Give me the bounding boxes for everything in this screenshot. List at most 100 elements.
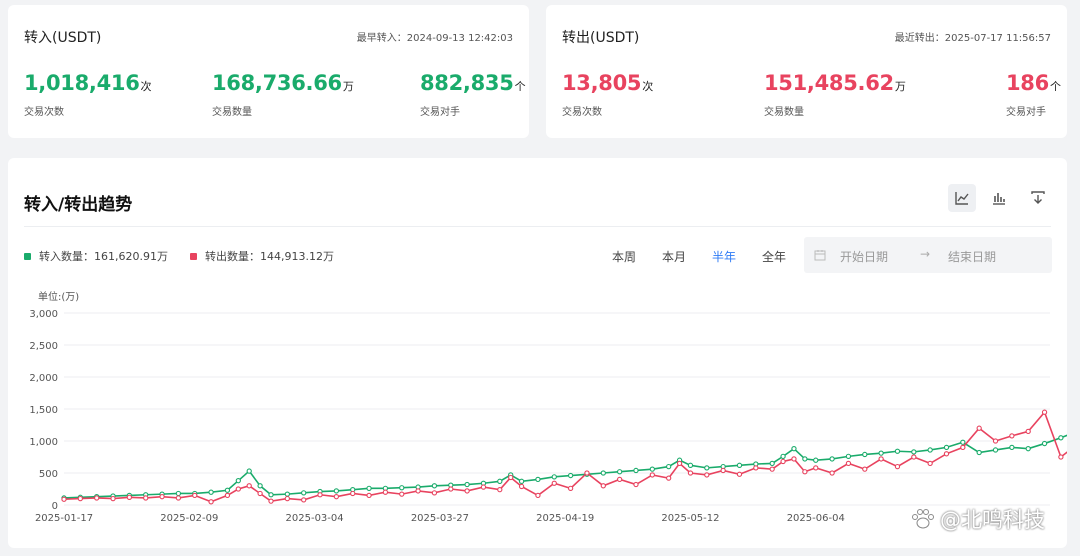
transfer-out-data-point xyxy=(862,466,868,472)
out-tx-amount-unit: 万 xyxy=(894,80,906,93)
transfer-out-data-point xyxy=(208,499,214,505)
transfer-out-series-line xyxy=(63,410,1067,503)
out-tx-amount-value: 151,485.62 xyxy=(764,71,894,95)
transfer-in-data-point xyxy=(175,490,182,497)
transfer-in-data-point xyxy=(943,444,950,451)
transfer-in-data-point xyxy=(666,463,672,470)
divider xyxy=(24,226,1051,227)
transfer-in-data-point xyxy=(894,448,901,454)
transfer-in-data-point xyxy=(268,492,274,498)
transfer-out-card: 转出(USDT) 最近转出：2025-07-17 11:56:57 13,805… xyxy=(546,5,1067,138)
transfer-out-data-point xyxy=(802,469,808,475)
transfer-in-data-point xyxy=(399,485,405,491)
legend-transfer-in[interactable]: 转入数量：161,620.91万 xyxy=(24,248,168,264)
transfer-in-data-point xyxy=(911,449,917,455)
transfer-out-title: 转出(USDT) xyxy=(562,30,640,46)
transfer-in-data-point xyxy=(829,456,835,462)
transfer-in-data-point xyxy=(649,466,655,472)
chart-legend: 转入数量：161,620.91万 转出数量：144,913.12万 xyxy=(24,248,334,264)
transfer-out-data-point xyxy=(633,481,639,488)
transfer-in-data-point xyxy=(736,462,743,468)
transfer-in-data-point xyxy=(845,453,852,460)
earliest-value: 2024-09-13 12:42:03 xyxy=(406,33,513,44)
transfer-out-data-point xyxy=(415,488,421,494)
earliest-label: 最早转入： xyxy=(356,33,407,44)
latest-value: 2025-07-17 11:56:57 xyxy=(944,33,1051,44)
transfer-in-data-point xyxy=(927,447,933,453)
transfer-out-data-point xyxy=(704,472,710,478)
date-arrow: → xyxy=(920,247,931,261)
trend-line-chart: 0 500 1,000 1,500 2,000 2,500 3,000 2025-01-17 2… xyxy=(29,309,1067,524)
out-counterparty-label: 交易对手 xyxy=(1006,107,1046,118)
transfer-out-data-point xyxy=(813,465,819,471)
transfer-out-data-point xyxy=(927,460,933,467)
transfer-out-data-point xyxy=(518,483,525,490)
transfer-out-data-point xyxy=(448,486,454,492)
transfer-in-data-point xyxy=(551,474,557,480)
in-tx-count-label: 交易次数 xyxy=(24,107,64,118)
transfer-in-data-point xyxy=(813,457,819,463)
transfer-out-data-point xyxy=(551,480,557,486)
x-tick-label: 2025-03-04 xyxy=(286,513,344,524)
transfer-out-data-point xyxy=(77,495,83,502)
transfer-in-data-point xyxy=(992,447,999,453)
legend-in-label: 转入数量：161,620.91万 xyxy=(39,250,168,263)
line-chart-button[interactable] xyxy=(948,184,976,212)
transfer-out-data-point xyxy=(736,471,743,477)
out-counterparty-unit: 个 xyxy=(1049,80,1061,93)
transfer-in-data-point xyxy=(535,476,541,483)
transfer-out-data-point xyxy=(976,425,982,431)
range-week[interactable]: 本周 xyxy=(612,248,636,265)
out-tx-amount-label: 交易数量 xyxy=(764,107,804,118)
transfer-out-data-point xyxy=(616,476,623,483)
range-month[interactable]: 本月 xyxy=(662,248,686,265)
end-date-input[interactable]: 结束日期 xyxy=(948,248,996,265)
transfer-out-data-point xyxy=(235,486,241,492)
in-tx-amount-stat: 168,736.66万 交易数量 xyxy=(212,71,354,118)
transfer-out-data-point xyxy=(301,497,307,503)
out-counterparty-value: 186 xyxy=(1006,71,1049,95)
transfer-in-data-point xyxy=(366,485,372,492)
transfer-out-data-point xyxy=(224,492,231,499)
transfer-in-data-point xyxy=(235,478,241,484)
transfer-out-data-point xyxy=(1009,433,1015,439)
transfer-in-data-point xyxy=(257,483,263,489)
start-date-input[interactable]: 开始日期 xyxy=(840,248,888,265)
y-tick-label: 3,000 xyxy=(29,309,58,320)
transfer-in-data-point xyxy=(862,451,868,458)
transfer-in-data-point xyxy=(208,489,214,495)
transfer-in-data-point xyxy=(284,491,290,497)
y-tick-label: 2,000 xyxy=(29,373,58,384)
transfer-out-data-point xyxy=(567,485,574,492)
transfer-out-data-point xyxy=(399,491,405,497)
in-tx-count-stat: 1,018,416次 交易次数 xyxy=(24,71,152,118)
download-button[interactable] xyxy=(1024,184,1052,212)
transfer-out-data-point xyxy=(943,451,950,457)
x-tick-label: 2025-03-27 xyxy=(411,513,469,524)
transfer-out-data-point xyxy=(126,494,133,500)
transfer-in-data-point xyxy=(780,453,786,460)
transfer-out-data-point xyxy=(780,458,786,465)
transfer-out-data-point xyxy=(497,486,503,493)
paw-icon xyxy=(912,509,934,529)
transfer-in-data-point xyxy=(333,488,340,494)
transfer-in-data-point xyxy=(518,478,525,484)
range-year[interactable]: 全年 xyxy=(762,248,786,265)
transfer-out-data-point xyxy=(268,498,274,504)
transfer-in-data-point xyxy=(246,468,252,474)
y-tick-label: 1,000 xyxy=(29,437,58,448)
legend-transfer-out[interactable]: 转出数量：144,913.12万 xyxy=(189,248,334,264)
bar-chart-button[interactable] xyxy=(985,184,1013,212)
in-counterparty-value: 882,835 xyxy=(420,71,514,95)
transfer-out-data-point xyxy=(584,470,590,476)
transfer-out-data-point xyxy=(878,456,884,462)
out-counterparty-stat: 186个 交易对手 xyxy=(1006,71,1061,118)
transfer-out-data-point xyxy=(960,444,966,451)
transfer-out-data-point xyxy=(687,470,694,476)
transfer-out-data-point xyxy=(431,490,438,496)
transfer-out-data-point xyxy=(894,463,901,470)
transfer-out-data-point xyxy=(350,490,356,497)
date-range-picker[interactable]: 开始日期 → 结束日期 xyxy=(804,237,1052,273)
transfer-out-data-point xyxy=(110,495,116,502)
range-half-year[interactable]: 半年 xyxy=(712,248,736,265)
